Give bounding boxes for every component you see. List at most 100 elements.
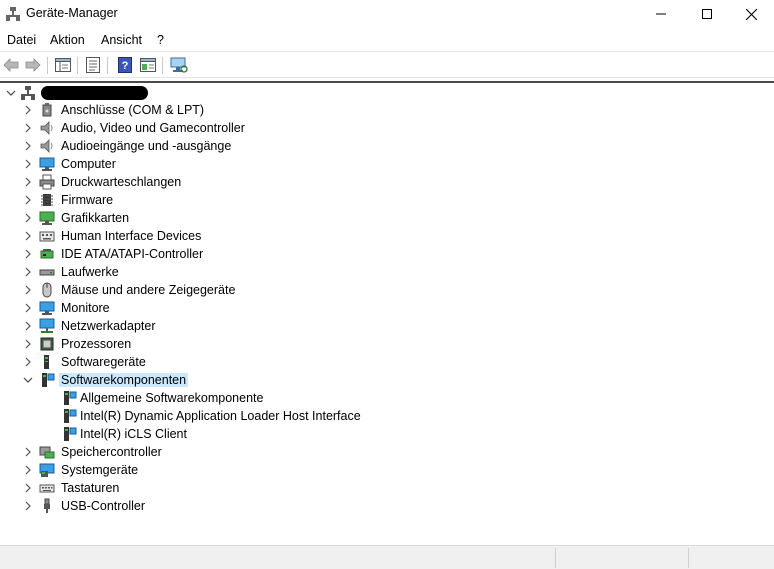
chevron-right-icon[interactable] bbox=[23, 357, 33, 367]
tree-item-label: Systemgeräte bbox=[61, 463, 139, 477]
tree-item-print-queues[interactable]: Druckwarteschlangen bbox=[0, 173, 774, 191]
chevron-right-icon[interactable] bbox=[23, 231, 33, 241]
tree-item-label: Laufwerke bbox=[61, 265, 119, 279]
menu-aktion[interactable]: Aktion bbox=[50, 33, 85, 47]
menu-ansicht[interactable]: Ansicht bbox=[101, 33, 142, 47]
keyboard-icon bbox=[39, 231, 55, 242]
tree-item-label: Computer bbox=[61, 157, 116, 171]
tree-item-firmware[interactable]: Firmware bbox=[0, 191, 774, 209]
status-bar-divider bbox=[688, 548, 689, 568]
menu-bar: Datei Aktion Ansicht ? bbox=[0, 30, 774, 50]
computer-icon bbox=[21, 86, 35, 100]
chevron-down-icon[interactable] bbox=[6, 88, 16, 98]
chevron-right-icon[interactable] bbox=[23, 501, 33, 511]
tree-item-mice[interactable]: Mäuse und andere Zeigegeräte bbox=[0, 281, 774, 299]
tree-item-monitors[interactable]: Monitore bbox=[0, 299, 774, 317]
back-button[interactable] bbox=[1, 55, 21, 75]
title-bar: Geräte-Manager bbox=[0, 0, 774, 28]
arrow-right-icon bbox=[25, 58, 41, 72]
tree-item-intel-icls-client[interactable]: Intel(R) iCLS Client bbox=[0, 425, 774, 443]
tree-item-hid[interactable]: Human Interface Devices bbox=[0, 227, 774, 245]
chevron-right-icon[interactable] bbox=[23, 303, 33, 313]
tree-item-label: Firmware bbox=[61, 193, 114, 207]
action-pane-button[interactable] bbox=[138, 55, 158, 75]
tree-item-label: Softwarekomponenten bbox=[59, 373, 189, 387]
properties-button[interactable] bbox=[83, 55, 103, 75]
tree-item-drives[interactable]: Laufwerke bbox=[0, 263, 774, 281]
tree-item-label: Audioeingänge und -ausgänge bbox=[61, 139, 232, 153]
toolbar-separator bbox=[107, 57, 108, 74]
tree-item-processors[interactable]: Prozessoren bbox=[0, 335, 774, 353]
action-pane-icon bbox=[140, 58, 156, 72]
tree-item-audio-video[interactable]: Audio, Video und Gamecontroller bbox=[0, 119, 774, 137]
close-icon bbox=[745, 8, 757, 20]
chevron-right-icon[interactable] bbox=[23, 195, 33, 205]
tree-item-label: Allgemeine Softwarekomponente bbox=[80, 391, 264, 405]
chevron-right-icon[interactable] bbox=[23, 159, 33, 169]
chevron-right-icon[interactable] bbox=[23, 249, 33, 259]
show-hide-console-tree-button[interactable] bbox=[53, 55, 73, 75]
svg-text:?: ? bbox=[122, 60, 129, 72]
tree-item-storage-controllers[interactable]: Speichercontroller bbox=[0, 443, 774, 461]
tree-item-network-adapters[interactable]: Netzwerkadapter bbox=[0, 317, 774, 335]
monitor-icon bbox=[39, 301, 55, 315]
chevron-right-icon[interactable] bbox=[23, 177, 33, 187]
chevron-right-icon[interactable] bbox=[23, 123, 33, 133]
speaker-icon bbox=[40, 121, 53, 135]
chevron-right-icon[interactable] bbox=[23, 321, 33, 331]
tree-item-label: IDE ATA/ATAPI-Controller bbox=[61, 247, 204, 261]
minimize-icon bbox=[656, 13, 666, 15]
tree-item-audio-io[interactable]: Audioeingänge und -ausgänge bbox=[0, 137, 774, 155]
arrow-left-icon bbox=[3, 58, 19, 72]
menu-help[interactable]: ? bbox=[157, 33, 164, 47]
chevron-right-icon[interactable] bbox=[23, 105, 33, 115]
network-icon bbox=[39, 318, 55, 333]
status-bar bbox=[0, 545, 774, 569]
chevron-right-icon[interactable] bbox=[23, 483, 33, 493]
tree-item-label: Netzwerkadapter bbox=[61, 319, 156, 333]
device-tree[interactable]: Anschlüsse (COM & LPT) Audio, Video und … bbox=[0, 84, 774, 544]
tree-item-label: Intel(R) Dynamic Application Loader Host… bbox=[80, 409, 361, 423]
speaker-icon bbox=[40, 139, 53, 153]
tree-item-label: Intel(R) iCLS Client bbox=[80, 427, 187, 441]
chevron-right-icon[interactable] bbox=[23, 267, 33, 277]
tree-item-keyboards[interactable]: Tastaturen bbox=[0, 479, 774, 497]
chevron-right-icon[interactable] bbox=[23, 447, 33, 457]
tree-item-ide-controllers[interactable]: IDE ATA/ATAPI-Controller bbox=[0, 245, 774, 263]
tree-item-display-adapters[interactable]: Grafikkarten bbox=[0, 209, 774, 227]
scan-hardware-button[interactable] bbox=[169, 55, 189, 75]
maximize-button[interactable] bbox=[684, 0, 730, 28]
printer-icon bbox=[39, 174, 55, 190]
software-component-icon bbox=[42, 373, 55, 387]
close-button[interactable] bbox=[728, 0, 774, 28]
tree-item-usb-controllers[interactable]: USB-Controller bbox=[0, 497, 774, 515]
tree-item-software-components[interactable]: Softwarekomponenten bbox=[0, 371, 774, 389]
chevron-right-icon[interactable] bbox=[23, 465, 33, 475]
menu-datei[interactable]: Datei bbox=[7, 33, 36, 47]
forward-button[interactable] bbox=[23, 55, 43, 75]
chevron-right-icon[interactable] bbox=[23, 213, 33, 223]
toolbar: ? bbox=[0, 51, 774, 78]
chevron-right-icon[interactable] bbox=[23, 141, 33, 151]
tree-item-system-devices[interactable]: Systemgeräte bbox=[0, 461, 774, 479]
tree-root[interactable] bbox=[0, 84, 774, 102]
tree-item-software-devices[interactable]: Softwaregeräte bbox=[0, 353, 774, 371]
chevron-right-icon[interactable] bbox=[23, 339, 33, 349]
tree-item-ports[interactable]: Anschlüsse (COM & LPT) bbox=[0, 101, 774, 119]
display-adapter-icon bbox=[39, 211, 55, 225]
toolbar-separator bbox=[77, 57, 78, 74]
properties-icon bbox=[86, 57, 100, 73]
system-device-icon bbox=[39, 463, 55, 477]
chevron-right-icon[interactable] bbox=[23, 285, 33, 295]
software-device-icon bbox=[44, 355, 49, 369]
tree-item-generic-software-component[interactable]: Allgemeine Softwarekomponente bbox=[0, 389, 774, 407]
tree-item-label: Audio, Video und Gamecontroller bbox=[61, 121, 245, 135]
tree-item-computer[interactable]: Computer bbox=[0, 155, 774, 173]
monitor-icon bbox=[39, 157, 55, 171]
tree-item-label: Human Interface Devices bbox=[61, 229, 202, 243]
chevron-down-icon[interactable] bbox=[23, 375, 33, 385]
minimize-button[interactable] bbox=[638, 0, 684, 28]
keyboard-icon bbox=[39, 484, 55, 493]
help-button[interactable]: ? bbox=[115, 55, 135, 75]
tree-item-intel-dal-host-interface[interactable]: Intel(R) Dynamic Application Loader Host… bbox=[0, 407, 774, 425]
